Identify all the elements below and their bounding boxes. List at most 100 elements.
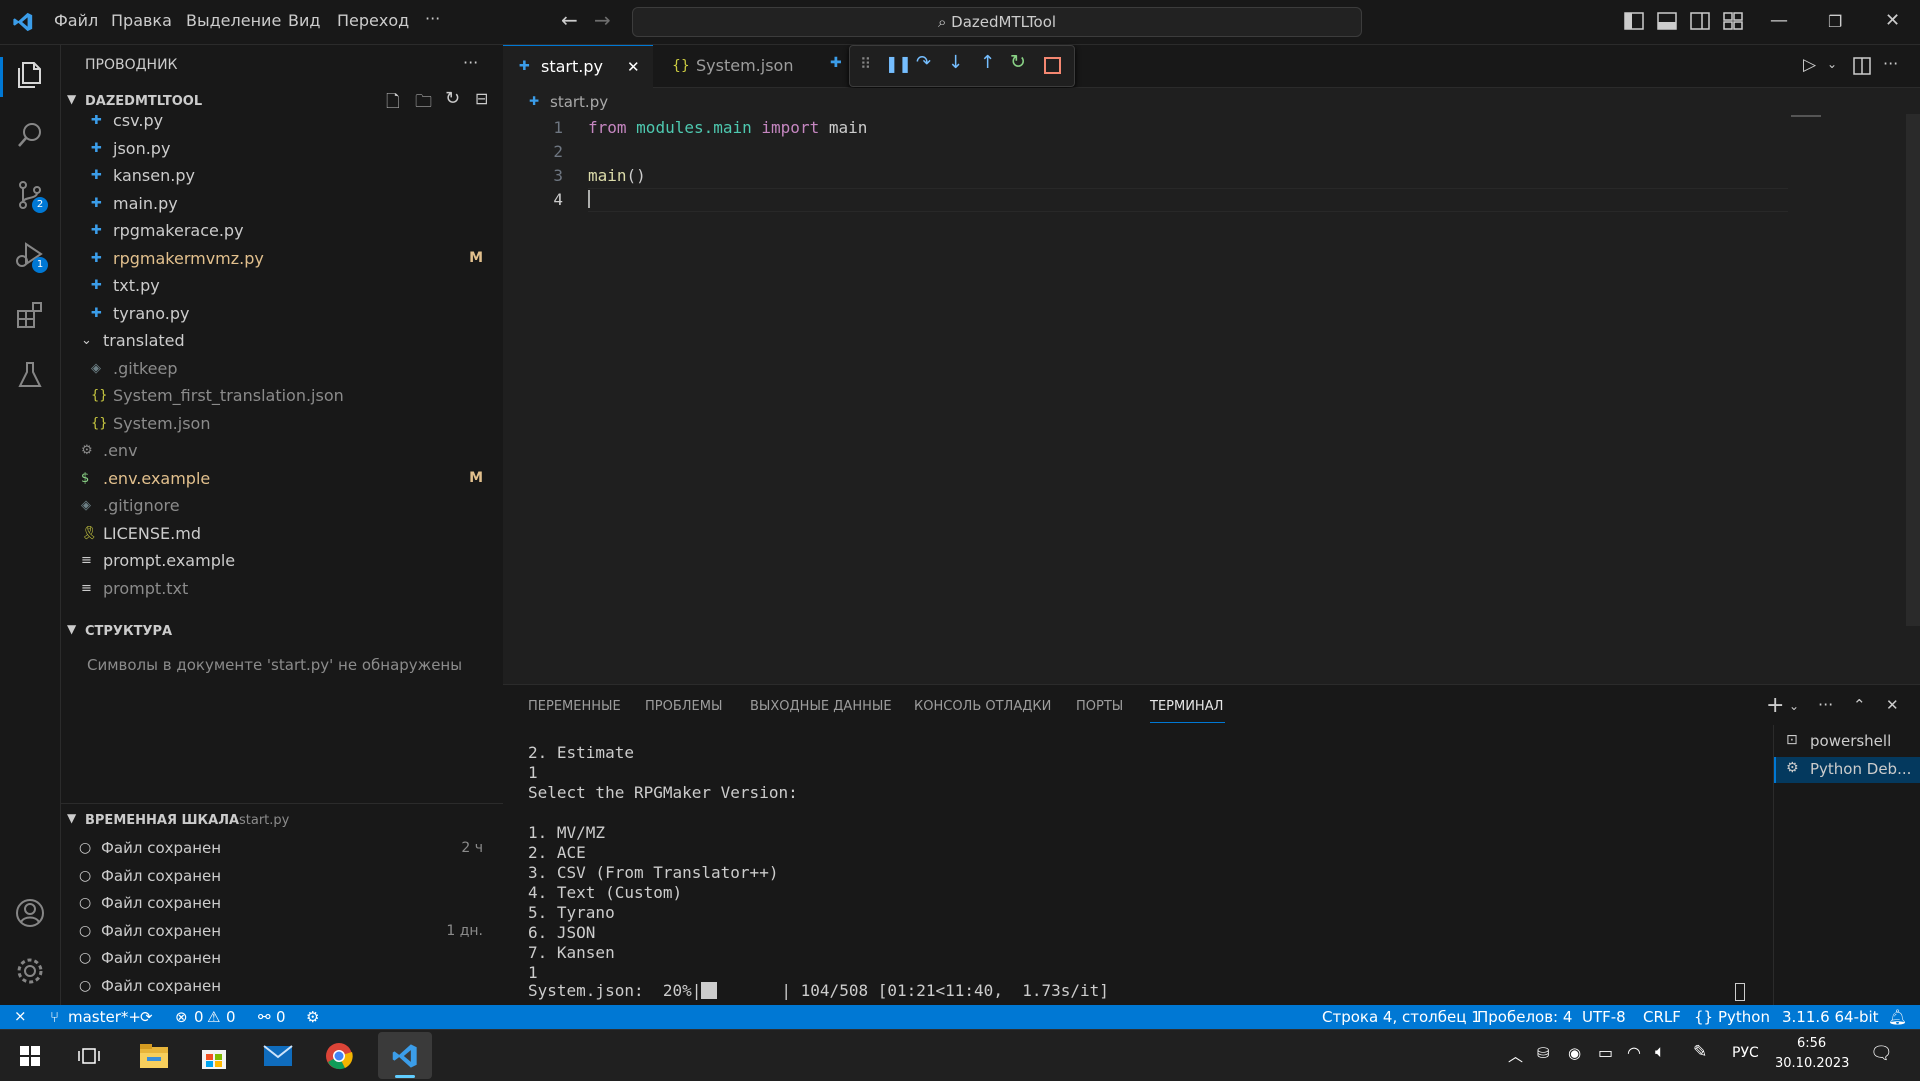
- mail-icon[interactable]: [263, 1045, 293, 1067]
- indentation[interactable]: Пробелов: 4: [1477, 1008, 1572, 1026]
- panel-more-icon[interactable]: ···: [1818, 695, 1833, 714]
- tray-chevron-icon[interactable]: ︿: [1508, 1045, 1523, 1066]
- timeline-title[interactable]: ВРЕМЕННАЯ ШКАЛА: [85, 813, 239, 828]
- code-editor[interactable]: ✚ start.py 1 2 3 4 from modules.main imp…: [503, 88, 1920, 684]
- file-root-0[interactable]: ⚙ .env: [61, 437, 503, 464]
- file-root-4[interactable]: ≡ prompt.example: [61, 547, 503, 574]
- wifi-icon[interactable]: ◠: [1627, 1043, 1641, 1062]
- step-out-icon[interactable]: ↑: [980, 52, 995, 73]
- menu-selection[interactable]: Выделение: [186, 11, 281, 30]
- pause-icon[interactable]: ❚❚: [885, 54, 912, 73]
- vscode-taskbar-button[interactable]: [378, 1032, 432, 1079]
- outline-title[interactable]: СТРУКТУРА: [85, 624, 172, 639]
- file-rpgmakermvmz-py[interactable]: ✚ rpgmakermvmz.py M: [61, 245, 503, 272]
- tab-system-json[interactable]: {} System.json: [654, 45, 814, 87]
- file-translated-0[interactable]: ◈ .gitkeep: [61, 355, 503, 382]
- refresh-icon[interactable]: ↻: [445, 88, 460, 109]
- file-root-3[interactable]: 🎗︎ LICENSE.md: [61, 520, 503, 547]
- timeline-item[interactable]: ○ Файл сохранен 2 ч: [61, 835, 503, 862]
- tray-drive-icon[interactable]: ⛁: [1537, 1044, 1550, 1062]
- branch-name[interactable]: master*+: [68, 1008, 141, 1026]
- close-panel-icon[interactable]: ✕: [1886, 696, 1899, 714]
- timeline-item[interactable]: ○ Файл сохранен 1 дн.: [61, 918, 503, 945]
- windows-start-icon[interactable]: [20, 1046, 40, 1066]
- file-root-2[interactable]: ◈ .gitignore: [61, 492, 503, 519]
- menu-view[interactable]: Вид: [288, 11, 320, 30]
- maximize-panel-icon[interactable]: ⌃: [1853, 696, 1866, 714]
- collapse-all-icon[interactable]: ⊟: [475, 89, 488, 108]
- tray-webcam-icon[interactable]: ◉: [1568, 1044, 1581, 1062]
- step-over-icon[interactable]: ↷: [916, 52, 931, 73]
- run-debug-icon[interactable]: 1: [14, 239, 48, 273]
- breadcrumb[interactable]: start.py: [550, 93, 608, 111]
- language-mode[interactable]: Python: [1718, 1008, 1770, 1026]
- timeline-item[interactable]: ○ Файл сохранен: [61, 890, 503, 917]
- ports-count[interactable]: 0: [276, 1008, 286, 1026]
- menu-go[interactable]: Переход: [337, 11, 409, 30]
- source-control-icon[interactable]: 2: [14, 179, 48, 213]
- timeline-item[interactable]: ○ Файл сохранен: [61, 973, 503, 1000]
- chevron-down-icon[interactable]: ▼: [67, 811, 76, 825]
- debug-status-icon[interactable]: ⚙: [306, 1008, 319, 1026]
- terminal-item-python-debug[interactable]: ⚙ Python Deb...: [1774, 757, 1920, 783]
- remote-indicator[interactable]: ⨯: [0, 1005, 44, 1029]
- terminal-dropdown-icon[interactable]: ⌄: [1789, 699, 1799, 713]
- scrollbar[interactable]: [1906, 114, 1920, 626]
- chevron-down-icon[interactable]: ▼: [67, 92, 76, 106]
- new-file-icon[interactable]: 🗋: [386, 89, 400, 118]
- file-kansen-py[interactable]: ✚ kansen.py: [61, 162, 503, 189]
- timeline-item[interactable]: ○ Файл сохранен: [61, 945, 503, 972]
- pen-icon[interactable]: ✎: [1693, 1042, 1707, 1062]
- accounts-icon[interactable]: [14, 897, 46, 929]
- toggle-panel-icon[interactable]: [1657, 12, 1677, 30]
- new-folder-icon[interactable]: 🗀: [415, 89, 432, 118]
- drag-handle-icon[interactable]: ⠿: [860, 55, 871, 73]
- warning-count[interactable]: 0: [226, 1008, 236, 1026]
- menu-more[interactable]: ···: [425, 9, 440, 28]
- close-window-icon[interactable]: ✕: [1885, 10, 1900, 31]
- menu-file[interactable]: Файл: [54, 11, 98, 30]
- settings-gear-icon[interactable]: [14, 955, 46, 987]
- microsoft-store-icon[interactable]: [201, 1044, 227, 1070]
- folder-translated[interactable]: ⌄ translated: [61, 327, 503, 354]
- toggle-secondary-sidebar-icon[interactable]: [1690, 12, 1710, 30]
- file-explorer-icon[interactable]: [139, 1043, 169, 1069]
- restart-icon[interactable]: ↻: [1010, 51, 1026, 73]
- timeline-item[interactable]: ○ Файл сохранен: [61, 863, 503, 890]
- minimize-icon[interactable]: —: [1770, 10, 1788, 31]
- run-dropdown-icon[interactable]: ⌄: [1827, 57, 1837, 71]
- file-rpgmakerace-py[interactable]: ✚ rpgmakerace.py: [61, 217, 503, 244]
- file-tyrano-py[interactable]: ✚ tyrano.py: [61, 300, 503, 327]
- chevron-down-icon[interactable]: ▼: [67, 622, 76, 636]
- step-into-icon[interactable]: ↓: [948, 52, 963, 73]
- forward-arrow-icon[interactable]: →: [594, 8, 611, 32]
- project-folder-title[interactable]: DAZEDMTLTOOL: [85, 94, 202, 109]
- file-csv-py[interactable]: ✚ csv.py: [61, 115, 503, 134]
- cursor-position[interactable]: Строка 4, столбец 1: [1322, 1008, 1481, 1026]
- explorer-icon[interactable]: [14, 59, 46, 91]
- file-translated-2[interactable]: {} System.json: [61, 410, 503, 437]
- split-editor-icon[interactable]: [1853, 57, 1871, 75]
- tab-close-icon[interactable]: ✕: [627, 46, 640, 88]
- notifications-bell-icon[interactable]: 🔔︎: [1888, 1008, 1907, 1026]
- stop-icon[interactable]: [1044, 57, 1061, 74]
- restore-icon[interactable]: ❐: [1828, 12, 1842, 31]
- notification-center-icon[interactable]: 🗨︎: [1870, 1043, 1893, 1064]
- toggle-primary-sidebar-icon[interactable]: [1624, 12, 1644, 30]
- command-center[interactable]: ⌕ DazedMTLTool: [632, 7, 1362, 37]
- customize-layout-icon[interactable]: [1723, 12, 1743, 30]
- chrome-icon[interactable]: [325, 1042, 353, 1070]
- search-sidebar-icon[interactable]: [14, 119, 46, 151]
- menu-edit[interactable]: Правка: [111, 11, 172, 30]
- terminal[interactable]: 2. Estimate 1 Select the RPGMaker Version:…: [503, 685, 1773, 1006]
- file-json-py[interactable]: ✚ json.py: [61, 135, 503, 162]
- line-endings[interactable]: CRLF: [1643, 1008, 1681, 1026]
- file-txt-py[interactable]: ✚ txt.py: [61, 272, 503, 299]
- file-root-5[interactable]: ≡ prompt.txt: [61, 575, 503, 602]
- file-main-py[interactable]: ✚ main.py: [61, 190, 503, 217]
- python-interpreter[interactable]: 3.11.6 64-bit: [1782, 1008, 1879, 1026]
- volume-icon[interactable]: 🔈︎: [1655, 1042, 1665, 1062]
- minimap[interactable]: [1791, 115, 1821, 117]
- clock-time[interactable]: 6:56: [1797, 1036, 1826, 1051]
- encoding[interactable]: UTF-8: [1582, 1008, 1626, 1026]
